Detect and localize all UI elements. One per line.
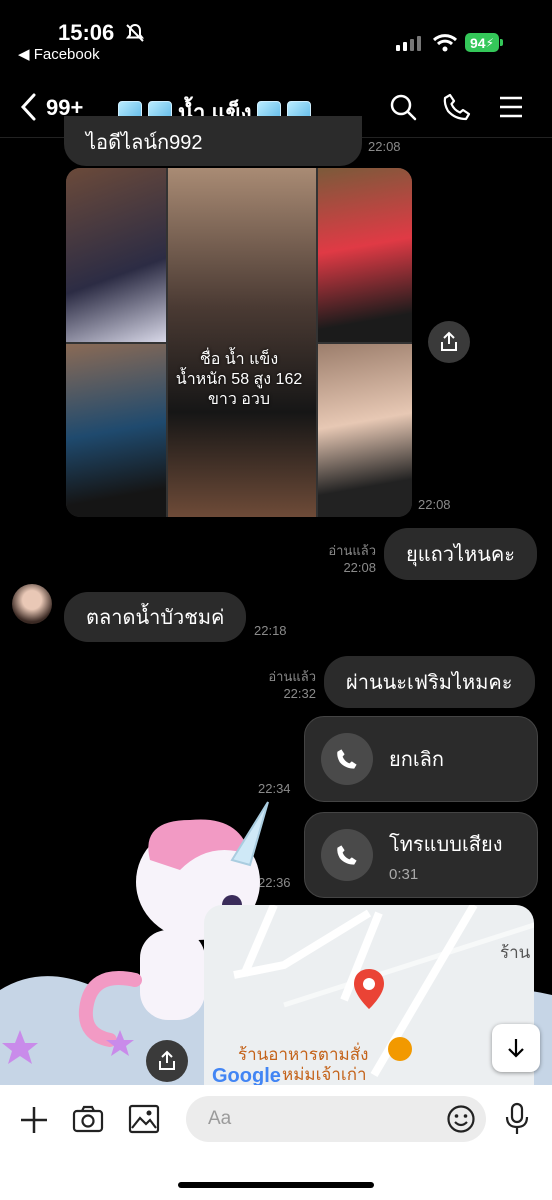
call-icon-circle <box>321 733 373 785</box>
back-to-app-link[interactable]: ◀ Facebook <box>18 45 100 63</box>
google-logo: Google <box>212 1065 281 1085</box>
add-icon[interactable] <box>18 1104 50 1136</box>
battery-indicator: 94 ⚡ <box>465 33 499 52</box>
message-time: 22:08 <box>343 560 376 575</box>
camera-icon[interactable] <box>72 1104 104 1134</box>
map-edge-label: ร้าน <box>500 943 531 962</box>
message-meta: อ่านแล้ว 22:08 <box>322 542 376 576</box>
status-time: 15:06 <box>58 20 115 45</box>
message-time: 22:08 <box>368 139 401 154</box>
message-time: 22:34 <box>258 781 291 796</box>
scroll-to-bottom-button[interactable] <box>492 1024 540 1072</box>
restaurant-icon <box>388 1037 412 1061</box>
message-meta: อ่านแล้ว 22:32 <box>262 668 316 702</box>
share-button[interactable] <box>146 1040 188 1082</box>
read-receipt: อ่านแล้ว <box>268 669 316 684</box>
location-map-card[interactable]: ร้านอาหารตามสั่ง หม่มเจ้าเก่า ร้าน Googl… <box>204 905 534 1085</box>
message-bubble-outgoing[interactable]: ยุแถวไหนคะ <box>384 528 537 580</box>
share-button[interactable] <box>428 321 470 363</box>
message-bubble-incoming[interactable]: ไอดีไลน์ก992 <box>64 116 362 166</box>
caption-line: น้ำหนัก 58 สูง 162 <box>175 371 303 388</box>
photo-collage[interactable]: ชื่อ น้ำ แข็ง น้ำหนัก 58 สูง 162 ขาว อวบ <box>66 168 412 517</box>
phone-call-icon[interactable] <box>442 92 472 122</box>
photo-thumbnail <box>66 168 166 342</box>
back-chevron-icon[interactable] <box>18 92 40 122</box>
image-gallery-icon[interactable] <box>128 1104 160 1134</box>
search-icon[interactable] <box>388 92 418 122</box>
message-time: 22:08 <box>418 497 451 512</box>
share-icon <box>441 331 457 351</box>
menu-icon[interactable] <box>496 92 526 122</box>
share-icon <box>159 1050 175 1070</box>
battery-tip <box>500 39 503 46</box>
muted-bell-icon <box>125 23 145 42</box>
map-pin-icon <box>354 969 384 1009</box>
message-bubble-outgoing[interactable]: ผ่านนะเฟริมไหมคะ <box>324 656 535 708</box>
message-text: ไอดีไลน์ก992 <box>86 132 203 154</box>
map-place-label: หม่มเจ้าเก่า <box>282 1065 367 1084</box>
call-status-label: ยกเลิก <box>389 749 445 771</box>
photo-caption: ชื่อ น้ำ แข็ง น้ำหนัก 58 สูง 162 ขาว อวบ <box>66 350 412 410</box>
message-input-placeholder: Aa <box>208 1108 232 1129</box>
caption-line: ขาว อวบ <box>207 391 271 408</box>
message-text: ยุแถวไหนคะ <box>406 544 515 566</box>
wifi-icon <box>432 34 458 52</box>
call-card-cancelled[interactable]: ยกเลิก <box>304 716 538 802</box>
message-text: ตลาดน้ำบัวชมค่ <box>86 607 225 629</box>
message-text: ผ่านนะเฟริมไหมคะ <box>346 672 513 694</box>
emoji-icon[interactable] <box>446 1104 476 1134</box>
avatar[interactable] <box>12 584 52 624</box>
cellular-signal-icon <box>396 36 421 51</box>
chevron-down-icon <box>508 1039 524 1058</box>
message-time: 22:18 <box>254 623 287 638</box>
message-bubble-incoming[interactable]: ตลาดน้ำบัวชมค่ <box>64 592 247 642</box>
home-indicator <box>178 1182 374 1188</box>
caption-line: ชื่อ น้ำ แข็ง <box>199 351 279 368</box>
phone-icon <box>337 749 357 769</box>
microphone-icon[interactable] <box>504 1102 530 1136</box>
photo-thumbnail <box>318 168 412 342</box>
message-time: 22:32 <box>283 686 316 701</box>
photo-thumbnail <box>168 168 316 517</box>
read-receipt: อ่านแล้ว <box>328 543 376 558</box>
